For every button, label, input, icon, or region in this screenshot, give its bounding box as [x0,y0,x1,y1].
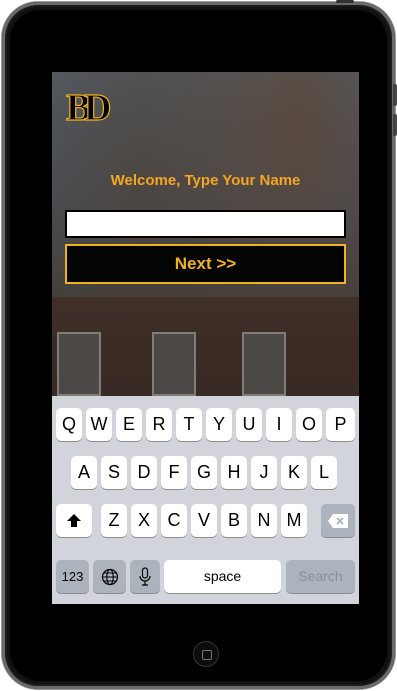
key-y[interactable]: Y [206,408,232,441]
key-r[interactable]: R [146,408,172,441]
key-g[interactable]: G [191,456,217,489]
globe-key[interactable] [93,560,126,593]
key-w[interactable]: W [86,408,112,441]
app-screen: B D Welcome, Type Your Name Next >> Q W … [52,72,359,604]
key-o[interactable]: O [296,408,322,441]
key-q[interactable]: Q [56,408,82,441]
welcome-heading: Welcome, Type Your Name [110,172,301,189]
key-l[interactable]: L [311,456,337,489]
key-c[interactable]: C [161,504,187,537]
power-button [336,0,354,3]
shift-key[interactable] [56,504,92,537]
key-u[interactable]: U [236,408,262,441]
key-f[interactable]: F [161,456,187,489]
backspace-icon [328,514,348,528]
key-t[interactable]: T [176,408,202,441]
volume-up-button [393,84,397,106]
name-input[interactable] [65,210,346,238]
key-i[interactable]: I [266,408,292,441]
key-x[interactable]: X [131,504,157,537]
key-m[interactable]: M [281,504,307,537]
key-p[interactable]: P [326,408,355,441]
key-a[interactable]: A [71,456,97,489]
key-j[interactable]: J [251,456,277,489]
key-n[interactable]: N [251,504,277,537]
svg-text:D: D [84,87,111,126]
microphone-icon [139,567,151,586]
key-b[interactable]: B [221,504,247,537]
key-d[interactable]: D [131,456,157,489]
microphone-key[interactable] [130,560,160,593]
key-v[interactable]: V [191,504,217,537]
next-button[interactable]: Next >> [65,244,346,284]
key-s[interactable]: S [101,456,127,489]
key-k[interactable]: K [281,456,307,489]
key-e[interactable]: E [116,408,142,441]
logo-icon: B D [65,86,112,126]
space-key[interactable]: space [164,560,281,593]
numbers-key[interactable]: 123 [56,560,89,593]
key-z[interactable]: Z [101,504,127,537]
delete-key[interactable] [321,504,355,537]
shift-arrow-icon [67,514,81,527]
home-button[interactable] [193,641,219,667]
key-h[interactable]: H [221,456,247,489]
globe-icon [101,568,118,586]
search-key[interactable]: Search [286,560,355,593]
volume-down-button [393,114,397,136]
onscreen-keyboard: Q W E R T Y U I O P A S D F G H J K L Z … [52,396,359,604]
